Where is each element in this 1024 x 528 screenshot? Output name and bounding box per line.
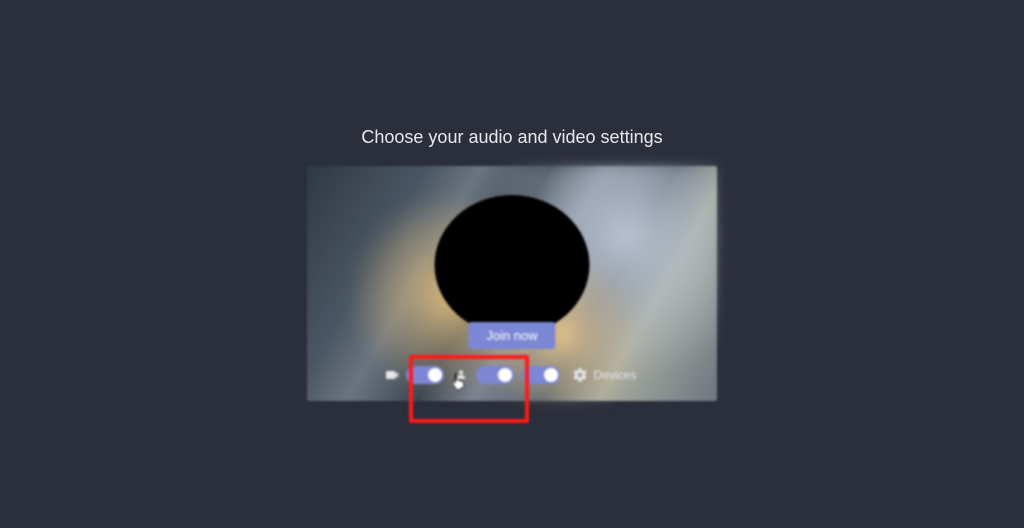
gear-icon [572,367,588,383]
devices-label: Devices [594,368,637,382]
page-title: Choose your audio and video settings [361,127,662,148]
devices-button[interactable]: Devices [568,365,641,385]
camera-control [384,366,444,384]
blur-toggle[interactable] [476,366,514,384]
join-button[interactable]: Join now [468,322,555,349]
camera-toggle[interactable] [406,366,444,384]
blur-icon [452,366,470,384]
mic-toggle[interactable] [522,366,560,384]
prejoin-controls: Devices [307,354,717,396]
camera-icon [384,367,400,383]
background-blur-control [452,366,514,384]
face-redaction [435,195,590,335]
video-preview: Join now Devices [307,166,717,401]
mic-control [522,366,560,384]
